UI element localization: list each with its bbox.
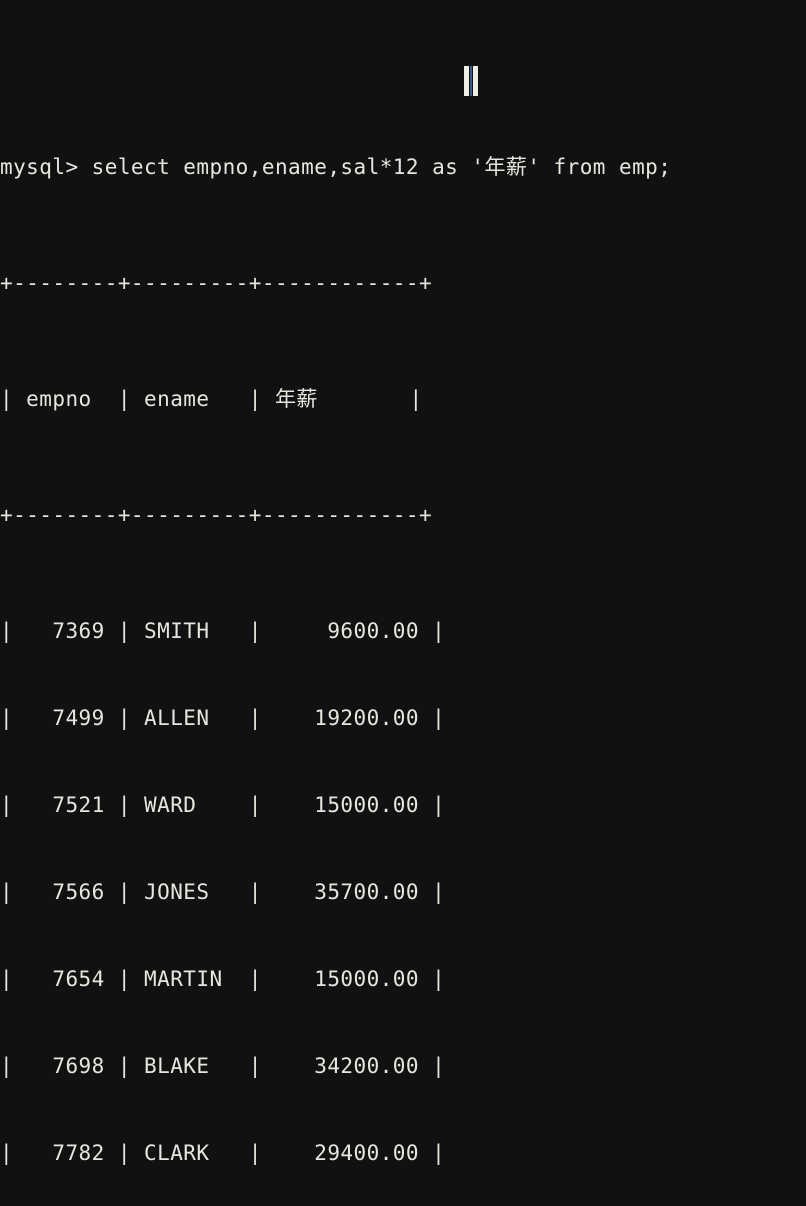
terminal-screen[interactable]: mysql> select empno,ename,sal*12 as '年薪'…	[0, 0, 806, 1165]
table-row: | 7499 | ALLEN | 19200.00 |	[0, 706, 446, 730]
table-row: | 7698 | BLAKE | 34200.00 |	[0, 1054, 446, 1078]
table-separator-header: +--------+---------+------------+	[0, 503, 433, 527]
table-row: | 7654 | MARTIN | 15000.00 |	[0, 967, 446, 991]
table-separator-top: +--------+---------+------------+	[0, 271, 433, 295]
table-row: | 7369 | SMITH | 9600.00 |	[0, 619, 446, 643]
prompt-line: mysql> select empno,ename,sal*12 as '年薪'…	[0, 155, 672, 179]
table-row: | 7782 | CLARK | 29400.00 |	[0, 1141, 446, 1165]
table-row: | 7566 | JONES | 35700.00 |	[0, 880, 446, 904]
table-row: | 7521 | WARD | 15000.00 |	[0, 793, 446, 817]
table-header-row: | empno | ename | 年薪 |	[0, 387, 423, 411]
terminal-output: mysql> select empno,ename,sal*12 as '年薪'…	[0, 58, 806, 1206]
